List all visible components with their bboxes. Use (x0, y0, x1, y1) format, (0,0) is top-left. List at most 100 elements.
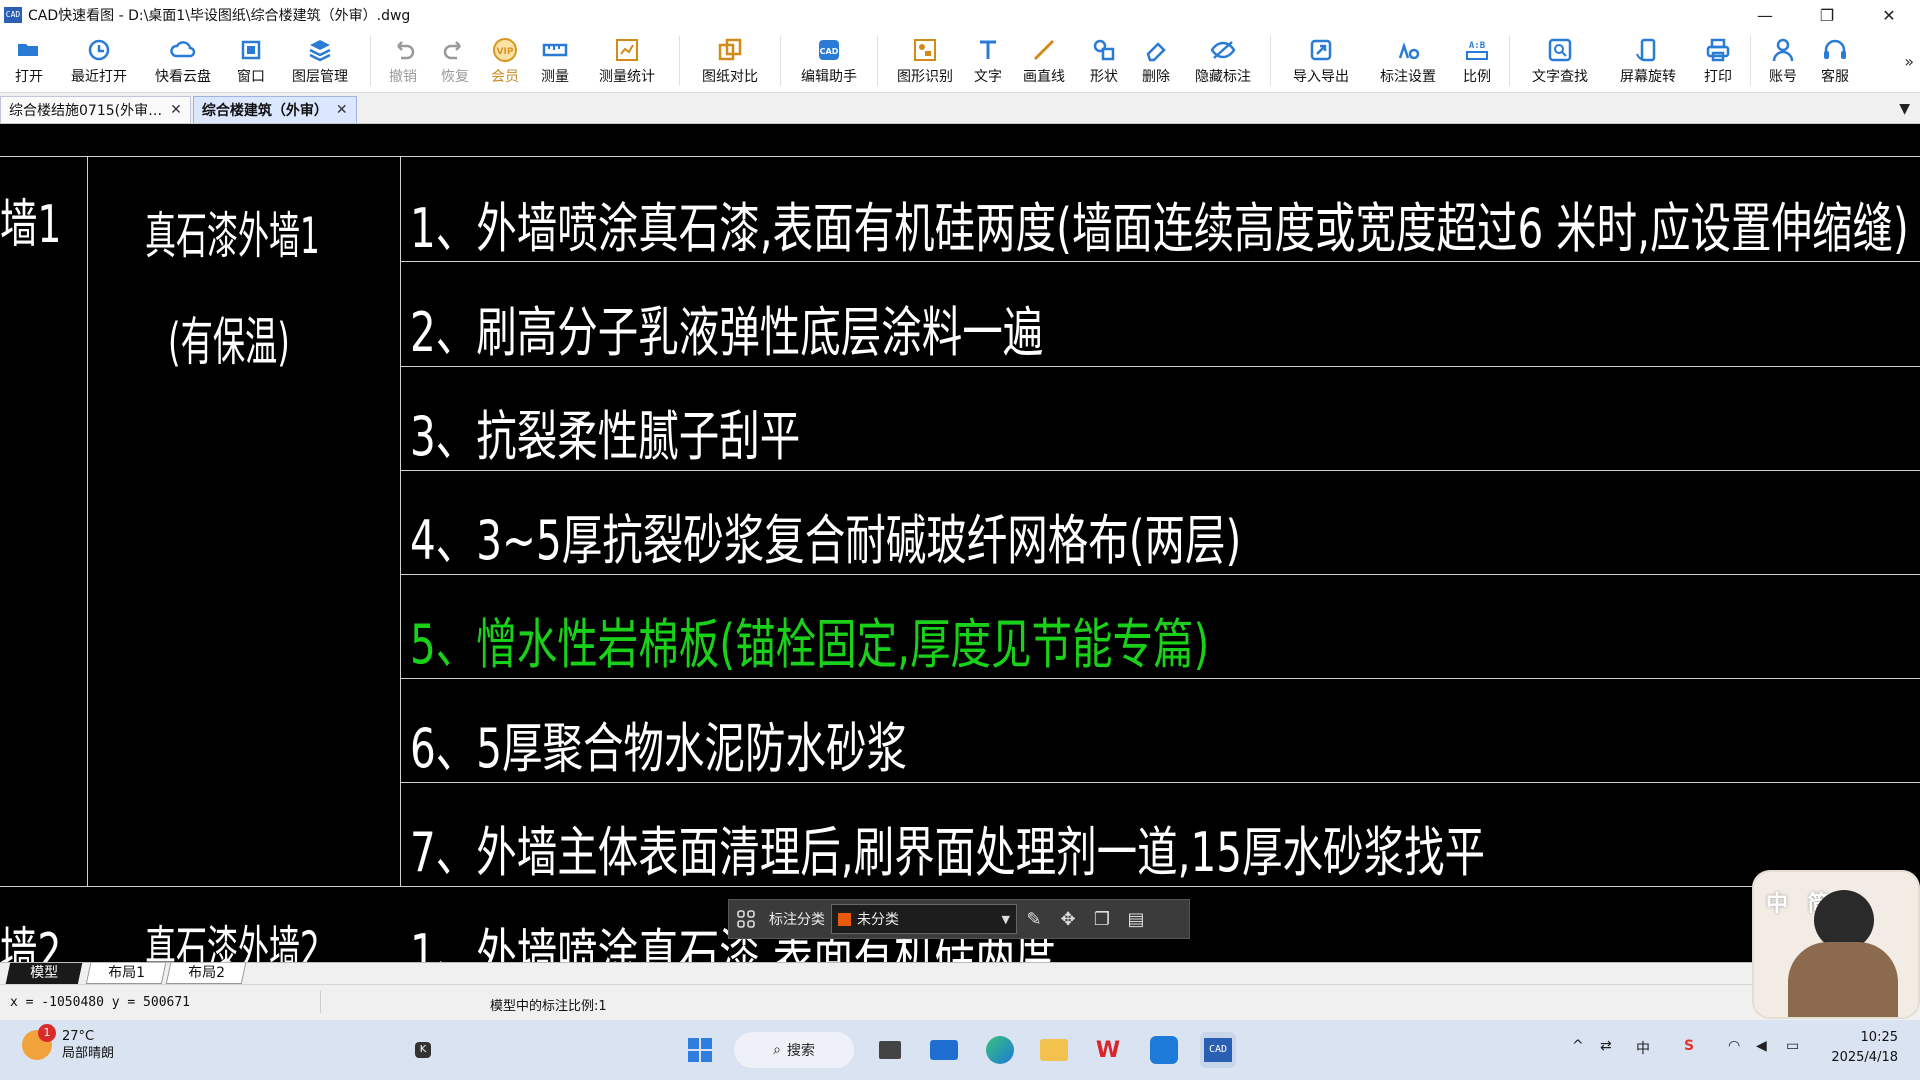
layers-button[interactable]: 图层管理 (276, 30, 364, 86)
feishu-app-icon[interactable] (1146, 1032, 1182, 1068)
layout-tab-1[interactable]: 布局1 (85, 963, 167, 984)
window-button[interactable]: 窗口 (226, 30, 276, 86)
drawing-canvas[interactable]: 墙1 真石漆外墙1 (有保温) 1、外墙喷涂真石漆,表面有机硅两度(墙面连续高度… (0, 124, 1920, 962)
shape-recog-button[interactable]: 图形识别 (884, 30, 966, 86)
edge-browser-icon[interactable] (982, 1032, 1018, 1068)
paste-icon[interactable]: ▤ (1119, 902, 1153, 936)
mail-icon[interactable] (926, 1032, 962, 1068)
wifi-icon[interactable]: ◠ (1728, 1038, 1740, 1054)
document-tab-bar: 综合楼结施0715(外审… ✕ 综合楼建筑（外审） ✕ ▼ (0, 93, 1920, 124)
text-search-button[interactable]: 文字查找 (1516, 30, 1604, 86)
toolbar-button-label: 账号 (1769, 69, 1797, 85)
window-controls: — ❐ ✕ (1734, 0, 1920, 30)
toolbar-separator (679, 36, 680, 86)
annotation-toolbar: 标注分类 未分类 ▼ ✎ ✥ ❐ ▤ (728, 899, 1190, 939)
anno-settings-button[interactable]: 标注设置 (1365, 30, 1451, 86)
toolbar-separator (877, 36, 878, 86)
eraser-icon (1142, 36, 1170, 64)
redo-icon (441, 36, 469, 64)
measure-stats-button[interactable]: 测量统计 (581, 30, 673, 86)
webcam-overlay[interactable]: 中 简 (1752, 870, 1920, 1019)
annotation-settings-icon (1394, 36, 1422, 64)
spec-row: 4、3~5厚抗裂砂浆复合耐碱玻纤网格布(两层) (410, 509, 1242, 572)
close-tab-icon[interactable]: ✕ (170, 102, 182, 118)
open-button[interactable]: 打开 (0, 30, 58, 86)
vip-icon: VIP (491, 36, 519, 64)
layout-tab-label: 模型 (30, 965, 59, 981)
toolbar-button-label: 图形识别 (897, 69, 953, 85)
toolbar-button-label: 文字查找 (1532, 69, 1588, 85)
layout-tab-model[interactable]: 模型 (5, 963, 83, 984)
system-clock[interactable]: 10:25 2025/4/18 (1831, 1028, 1898, 1068)
scale-button[interactable]: A:B 比例 (1451, 30, 1503, 86)
toolbar-separator (780, 36, 781, 86)
import-export-button[interactable]: 导入导出 (1277, 30, 1365, 86)
toolbar-button-label: 比例 (1463, 69, 1491, 85)
measure-button[interactable]: 测量 (529, 30, 581, 86)
vip-button[interactable]: VIP 会员 (481, 30, 529, 86)
cad-viewer-taskbar-icon[interactable]: CAD (1200, 1032, 1236, 1068)
print-button[interactable]: 打印 (1692, 30, 1744, 86)
tray-settings-icon[interactable]: ⇄ (1600, 1038, 1612, 1054)
file-explorer-icon[interactable] (1036, 1032, 1072, 1068)
undo-icon (389, 36, 417, 64)
title-bar: CAD CAD快速看图 - D:\桌面1\毕设图纸\综合楼建筑（外审）.dwg … (0, 0, 1920, 30)
weather-temperature: 27°C (62, 1029, 95, 1044)
printer-icon (1704, 36, 1732, 64)
battery-icon[interactable]: ▭ (1786, 1038, 1799, 1054)
spec-row-highlighted: 5、憎水性岩棉板(锚栓固定,厚度见节能专篇) (410, 613, 1210, 676)
wps-office-icon[interactable]: W (1090, 1032, 1126, 1068)
toolbar-button-label: 窗口 (237, 69, 265, 85)
account-button[interactable]: 账号 (1757, 30, 1809, 86)
move-icon[interactable]: ✥ (1051, 902, 1085, 936)
layout-tab-2[interactable]: 布局2 (165, 963, 247, 984)
toolbar-button-label: 恢复 (441, 69, 469, 85)
compare-button[interactable]: 图纸对比 (686, 30, 774, 86)
tray-overflow-icon[interactable]: ^ (1572, 1038, 1584, 1054)
toolbar-more-icon[interactable]: » (1904, 52, 1914, 71)
toolbar-separator (1509, 36, 1510, 86)
shape-button[interactable]: 形状 (1078, 30, 1130, 86)
volume-icon[interactable]: ◀ (1756, 1038, 1767, 1054)
cloud-button[interactable]: 快看云盘 (140, 30, 226, 86)
doc-tab-structure[interactable]: 综合楼结施0715(外审… ✕ (0, 96, 191, 123)
doc-tab-architecture[interactable]: 综合楼建筑（外审） ✕ (192, 96, 357, 123)
status-divider (320, 991, 321, 1013)
redo-button[interactable]: 恢复 (429, 30, 481, 86)
copy-icon[interactable]: ❐ (1085, 902, 1119, 936)
support-button[interactable]: 客服 (1809, 30, 1861, 86)
compare-icon (716, 36, 744, 64)
line-button[interactable]: 画直线 (1010, 30, 1078, 86)
weather-widget[interactable]: 1 27°C 局部晴朗 (22, 1024, 114, 1062)
edit-helper-icon: CAD (815, 36, 843, 64)
edit-helper-button[interactable]: CAD 编辑助手 (787, 30, 871, 86)
recent-button[interactable]: 最近打开 (58, 30, 140, 86)
delete-button[interactable]: 删除 (1130, 30, 1182, 86)
clock-time: 10:25 (1860, 1030, 1898, 1045)
layout-tab-label: 布局1 (107, 965, 145, 981)
text-button[interactable]: 文字 (966, 30, 1010, 86)
windows-start-icon[interactable] (682, 1032, 718, 1068)
task-view-icon[interactable] (872, 1032, 908, 1068)
doc-tab-label: 综合楼结施0715(外审… (9, 103, 163, 119)
widget-k-icon[interactable]: K (405, 1032, 441, 1068)
hide-anno-button[interactable]: 隐藏标注 (1182, 30, 1264, 86)
tab-list-dropdown-icon[interactable]: ▼ (1899, 101, 1910, 117)
svg-text:VIP: VIP (497, 47, 514, 57)
sogou-ime-icon[interactable]: S (1684, 1038, 1694, 1054)
ime-indicator[interactable]: 中 (1636, 1038, 1650, 1058)
svg-text:A:B: A:B (1469, 41, 1486, 51)
undo-button[interactable]: 撤销 (377, 30, 429, 86)
annotation-category-label: 标注分类 (769, 912, 825, 928)
rotate-button[interactable]: 屏幕旋转 (1604, 30, 1692, 86)
restore-button[interactable]: ❐ (1796, 0, 1858, 30)
search-icon: ⌕ (773, 1042, 781, 1058)
minimize-button[interactable]: — (1734, 0, 1796, 30)
close-button[interactable]: ✕ (1858, 0, 1920, 30)
annotation-category-select[interactable]: 未分类 ▼ (831, 904, 1017, 934)
import-export-icon (1307, 36, 1335, 64)
taskbar-search[interactable]: ⌕ 搜索 (734, 1032, 854, 1068)
grid-apps-icon[interactable] (729, 902, 763, 936)
close-tab-icon[interactable]: ✕ (336, 102, 348, 118)
edit-icon[interactable]: ✎ (1017, 902, 1051, 936)
